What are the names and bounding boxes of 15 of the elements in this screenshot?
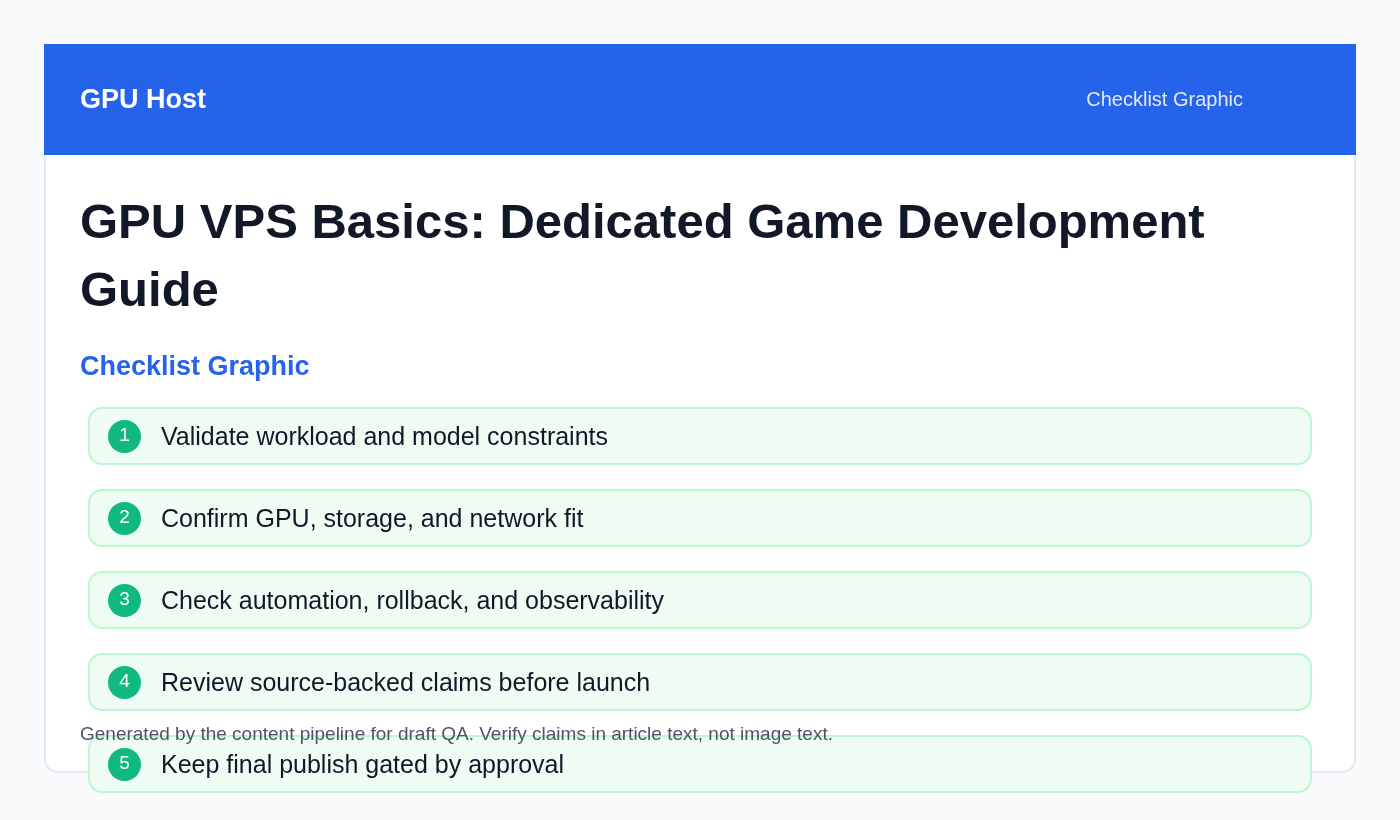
step-text: Confirm GPU, storage, and network fit	[161, 503, 584, 533]
step-number: 2	[108, 501, 141, 535]
section-heading: Checklist Graphic	[80, 350, 311, 383]
step-number: 1	[108, 419, 141, 453]
nav-link[interactable]: Checklist Graphic	[1086, 88, 1243, 111]
step-text: Keep final publish gated by approval	[161, 749, 565, 779]
page-title: GPU VPS Basics: Dedicated Game Development Guide	[80, 193, 1206, 318]
step-number: 4	[108, 665, 141, 699]
step-text: Validate workload and model constraints	[161, 421, 608, 451]
step-number: 5	[108, 747, 141, 781]
step-text: Review source-backed claims before launch	[161, 667, 651, 697]
step-text: Check automation, rollback, and observability	[161, 585, 665, 615]
footer-note: Generated by the content pipeline for draft QA. Verify claims in article text, not image text.	[80, 723, 833, 745]
step-number: 3	[108, 583, 141, 617]
brand-name: GPU Host	[80, 84, 206, 115]
